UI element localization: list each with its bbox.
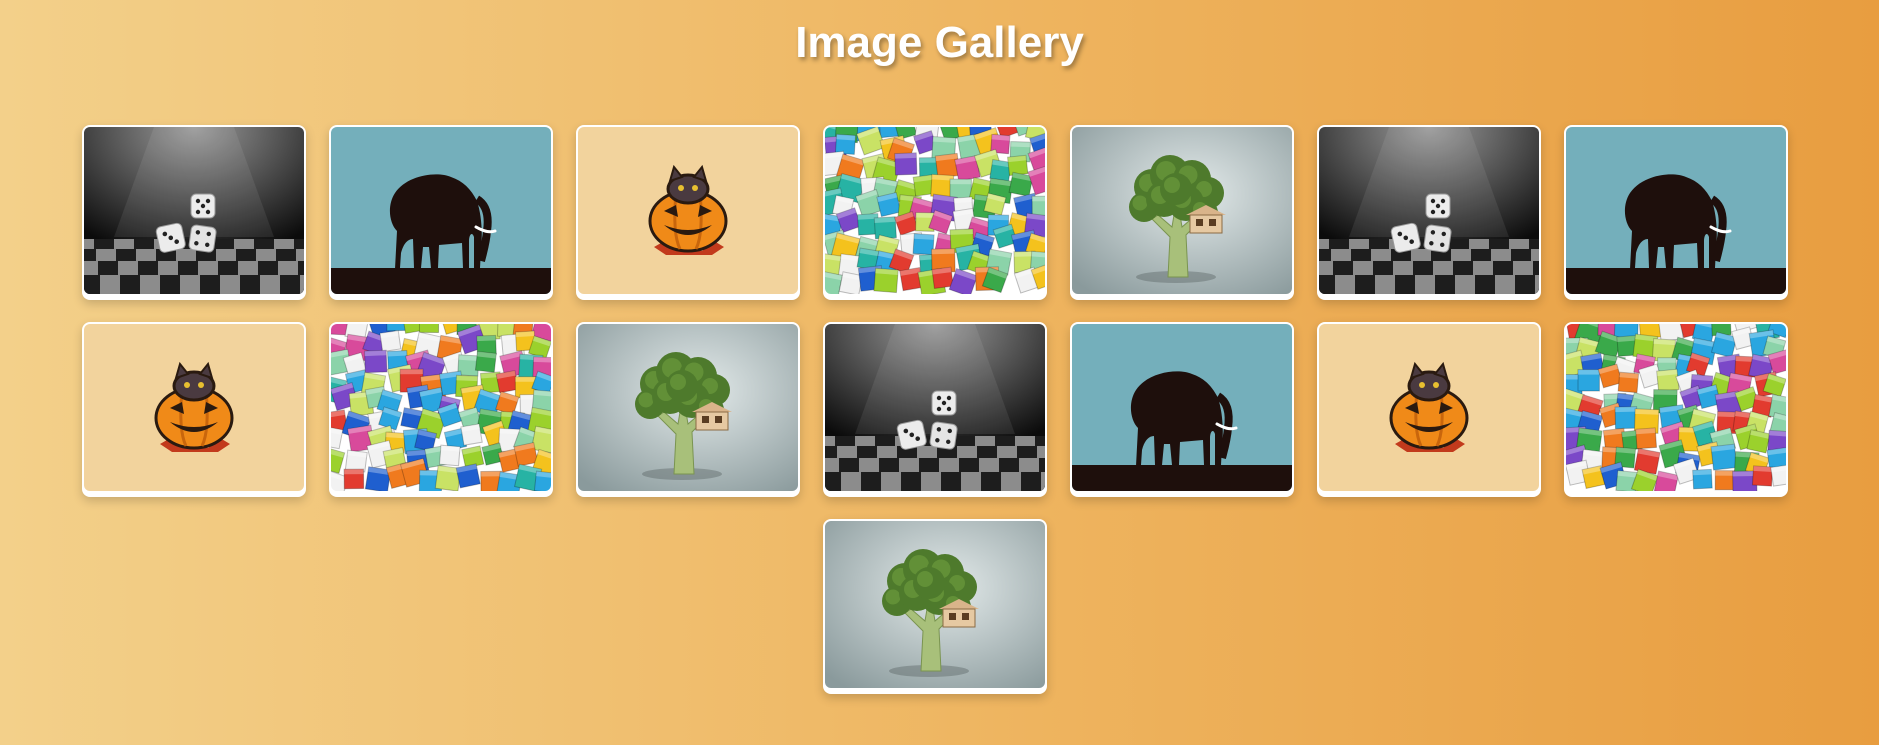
pumpkin-cat-icon [1319,324,1539,491]
gallery-card[interactable] [1317,125,1541,300]
gallery-card[interactable] [1317,322,1541,497]
gallery-card[interactable] [329,322,553,497]
gallery-card[interactable] [576,125,800,300]
elephant-icon [331,127,551,294]
gallery-card[interactable] [823,125,1047,300]
gallery-card[interactable] [329,125,553,300]
pumpkin-cat-icon [578,127,798,294]
gallery-card[interactable] [82,322,306,497]
page-title: Image Gallery [795,18,1084,67]
gallery-card[interactable] [1070,322,1294,497]
colored-cubes-icon [331,324,551,491]
broccoli-treehouse-icon [578,324,798,491]
gallery-card[interactable] [576,322,800,497]
gallery-card[interactable] [1070,125,1294,300]
broccoli-treehouse-icon [825,521,1045,688]
gallery-card[interactable] [823,322,1047,497]
dice-icon [1319,127,1539,294]
gallery-card[interactable] [1564,125,1788,300]
broccoli-treehouse-icon [1072,127,1292,294]
gallery-card[interactable] [823,519,1047,694]
dice-icon [84,127,304,294]
gallery-card[interactable] [82,125,306,300]
image-gallery [81,125,1789,694]
dice-icon [825,324,1045,491]
elephant-icon [1566,127,1786,294]
gallery-card[interactable] [1564,322,1788,497]
colored-cubes-icon [1566,324,1786,491]
colored-cubes-icon [825,127,1045,294]
pumpkin-cat-icon [84,324,304,491]
elephant-icon [1072,324,1292,491]
